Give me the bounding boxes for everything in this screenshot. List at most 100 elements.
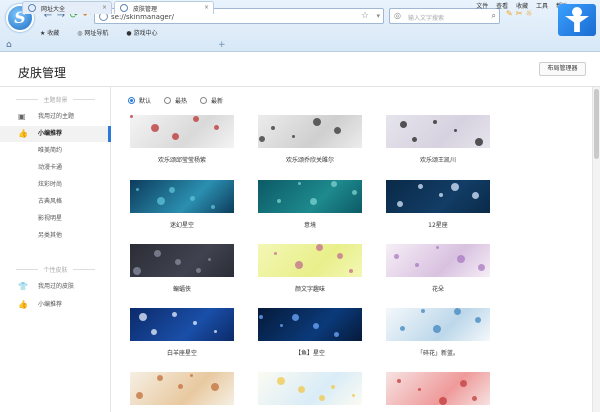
- skin-thumbnail-accent: [130, 115, 133, 118]
- skin-thumbnail-accent: [313, 118, 321, 126]
- skin-thumbnail[interactable]: [258, 308, 362, 341]
- sidebar-item-label: 另类其他: [38, 232, 63, 239]
- skin-thumbnail-accent: [472, 192, 479, 199]
- section-skins: 个性皮肤: [0, 265, 111, 274]
- skin-thumbnail-accent: [478, 264, 485, 271]
- search-placeholder: 输入文字搜索: [408, 15, 445, 22]
- sidebar-item-label: 影视明星: [38, 215, 63, 222]
- sidebar-item-label: 小编推荐: [38, 130, 63, 137]
- sort-hot-radio[interactable]: 最热: [164, 96, 187, 105]
- sidebar-item-minimal[interactable]: 唯美简约: [0, 143, 111, 159]
- skin-thumbnail-accent: [154, 250, 161, 257]
- skin-thumbnail-accent: [211, 205, 215, 209]
- toolbar-icons[interactable]: ✎✂☼: [506, 9, 536, 18]
- sidebar-item-other[interactable]: 另类其他: [0, 228, 111, 244]
- sidebar-item-classic[interactable]: 古典风格: [0, 194, 111, 210]
- home-icon[interactable]: ⌂: [6, 40, 12, 50]
- sidebar-item-used-themes[interactable]: ▣ 我用过的主题: [0, 109, 111, 125]
- skin-thumbnail[interactable]: [386, 180, 490, 213]
- skin-thumbnail-accent: [415, 263, 419, 267]
- search-icon[interactable]: ⌕: [492, 11, 496, 21]
- new-tab-icon[interactable]: +: [218, 40, 226, 50]
- skin-thumbnail-accent: [292, 314, 299, 321]
- skin-thumbnail-accent: [412, 137, 417, 142]
- skin-thumbnail-accent: [196, 268, 201, 273]
- sidebar-item-label: 炫彩时尚: [38, 181, 63, 188]
- sidebar-item-label: 我用过的皮肤: [38, 283, 75, 290]
- close-icon[interactable]: ×: [204, 4, 209, 11]
- skin-thumbnail-accent: [271, 126, 275, 130]
- sidebar-item-colorful[interactable]: 炫彩时尚: [0, 177, 111, 193]
- skin-thumbnail[interactable]: [130, 372, 234, 405]
- sidebar-item-label: 古典风格: [38, 198, 63, 205]
- thumbs-up-icon: 👍: [18, 129, 28, 138]
- skin-thumbnail-accent: [472, 396, 477, 401]
- skin-thumbnail-accent: [292, 135, 295, 138]
- skin-thumbnail-accent: [457, 255, 465, 263]
- address-url[interactable]: se://skinmanager/: [111, 13, 174, 21]
- skin-thumbnail[interactable]: [386, 308, 490, 341]
- tab-nav[interactable]: 网址大全 ×: [22, 1, 112, 14]
- skin-thumbnail[interactable]: [258, 180, 362, 213]
- sort-label: 最新: [211, 98, 224, 105]
- sidebar-item-label: 动漫卡通: [38, 164, 63, 171]
- skin-thumbnail[interactable]: [386, 372, 490, 405]
- mascot-icon[interactable]: [558, 4, 596, 36]
- menu-file[interactable]: 文件: [476, 3, 488, 10]
- sidebar-item-anime[interactable]: 动漫卡通: [0, 160, 111, 176]
- skin-name: 【鱼】星空: [294, 350, 325, 357]
- search-box[interactable]: ◎ 输入文字搜索 ⌕: [389, 8, 500, 24]
- scrollbar-thumb[interactable]: [594, 89, 599, 159]
- fav-games[interactable]: ● 游戏中心: [126, 30, 165, 37]
- skin-thumbnail-accent: [418, 388, 421, 391]
- close-icon[interactable]: ×: [102, 4, 107, 11]
- sort-default-radio[interactable]: 默认: [128, 96, 151, 105]
- skin-name: 白羊座星空: [166, 350, 197, 357]
- layout-manager-button[interactable]: 布局管理器: [539, 62, 586, 76]
- menu-tools[interactable]: 工具: [536, 3, 548, 10]
- skin-thumbnail[interactable]: [130, 308, 234, 341]
- section-theme: 主题背景: [0, 95, 111, 104]
- skin-thumbnail[interactable]: [258, 244, 362, 277]
- skin-thumbnail-accent: [334, 127, 341, 134]
- skin-thumbnail[interactable]: [130, 244, 234, 277]
- skin-thumbnail[interactable]: [386, 115, 490, 148]
- skin-name: 欢乐颂王凯川: [419, 157, 456, 164]
- skin-thumbnail[interactable]: [386, 244, 490, 277]
- sidebar-item-used-skins[interactable]: 👕 我用过的皮肤: [0, 279, 111, 295]
- skin-thumbnail[interactable]: [258, 372, 362, 405]
- sidebar: 主题背景 ▣ 我用过的主题 👍 小编推荐 唯美简约 动漫卡通 炫彩时尚 古典风格…: [0, 87, 111, 412]
- skin-thumbnail-accent: [136, 392, 143, 399]
- sidebar-item-editor-pick[interactable]: 👍 小编推荐: [0, 126, 111, 142]
- skin-thumbnail-accent: [151, 329, 157, 335]
- skin-thumbnail-accent: [277, 199, 281, 203]
- address-dropdown-icon[interactable]: ▾: [376, 12, 380, 20]
- skin-thumbnail[interactable]: [258, 115, 362, 148]
- skin-thumbnail-accent: [277, 377, 285, 385]
- scrollbar[interactable]: [592, 87, 600, 412]
- skin-thumbnail-accent: [208, 258, 211, 261]
- fav-nav[interactable]: ◎ 网址导航: [77, 30, 116, 37]
- skin-name: 12星座: [428, 222, 448, 229]
- skin-thumbnail-accent: [349, 269, 353, 273]
- bookmark-star-icon[interactable]: ☆: [361, 11, 369, 21]
- sidebar-item-label: 小编推荐: [38, 301, 63, 308]
- search-engine-icon[interactable]: ◎: [394, 11, 401, 20]
- thumbs-up-icon: 👍: [18, 300, 28, 309]
- sort-new-radio[interactable]: 最新: [200, 96, 223, 105]
- skin-thumbnail[interactable]: [130, 180, 234, 213]
- skin-thumbnail-accent: [175, 259, 181, 265]
- skin-name: 「碎花」新蓝。: [416, 350, 459, 357]
- skin-thumbnail-accent: [316, 244, 323, 251]
- page-header: 皮肤管理: [0, 53, 600, 87]
- tab-skin-manager[interactable]: 皮肤管理 ×: [114, 1, 214, 14]
- fav-nav-label: 网址导航: [84, 30, 109, 37]
- skin-thumbnail-accent: [172, 133, 179, 140]
- sidebar-item-stars[interactable]: 影视明星: [0, 211, 111, 227]
- sort-label: 最热: [175, 98, 188, 105]
- sidebar-item-label: 我用过的主题: [38, 113, 75, 120]
- sidebar-item-skin-editor-pick[interactable]: 👍 小编推荐: [0, 297, 111, 313]
- skin-thumbnail[interactable]: [130, 115, 234, 148]
- skin-name: 迷幻星空: [169, 222, 194, 229]
- fav-collect[interactable]: ★ 收藏: [40, 30, 67, 37]
